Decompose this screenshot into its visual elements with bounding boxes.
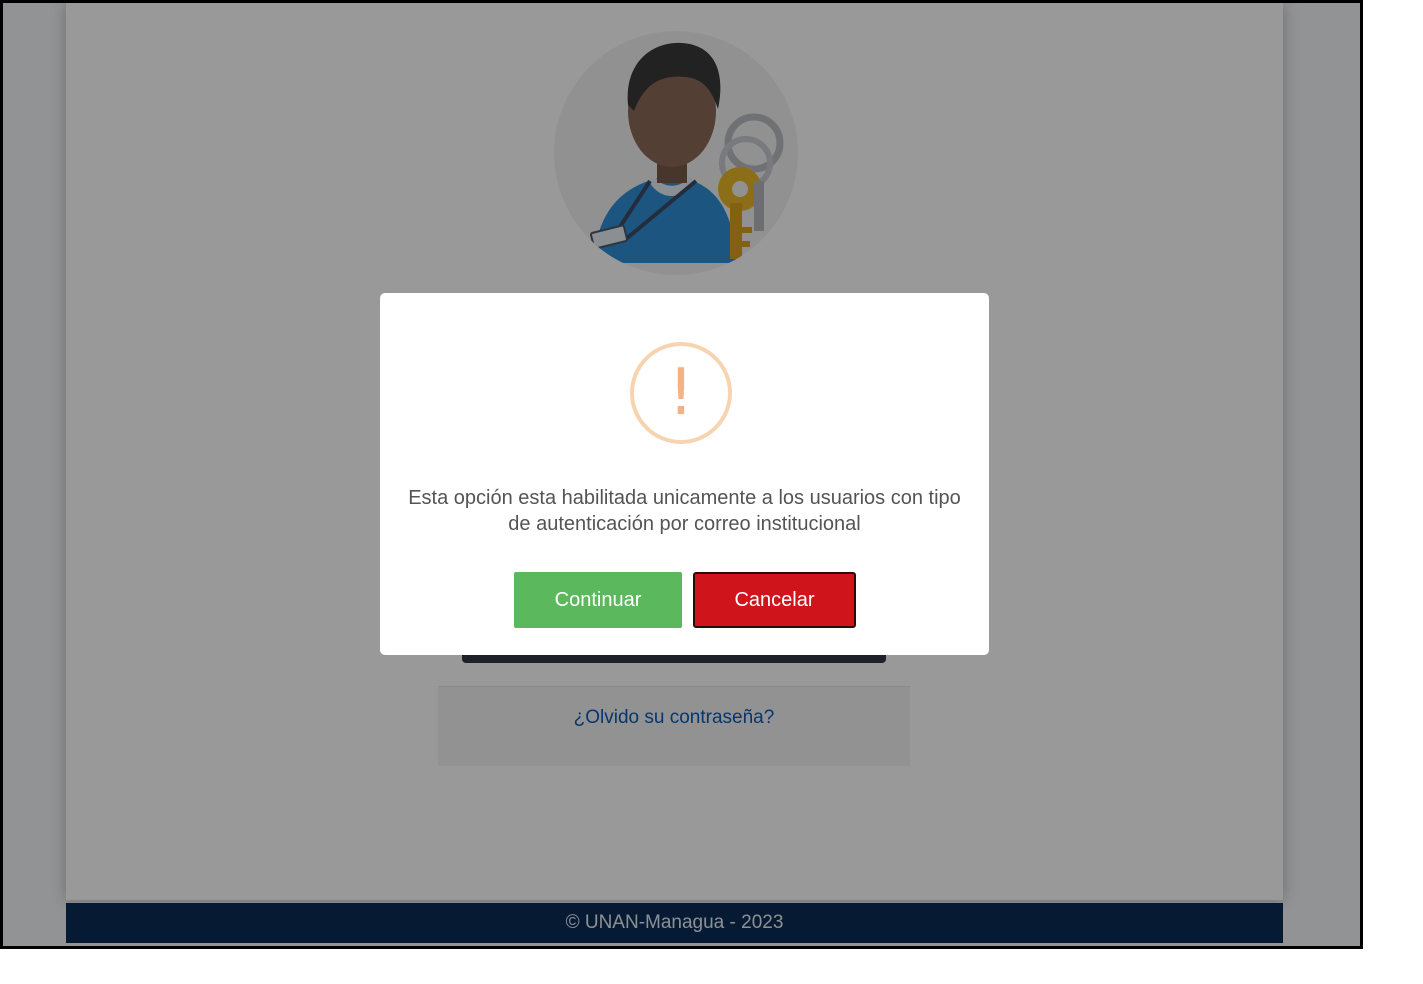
browser-viewport: ¿Olvido su contraseña? © UNAN-Managua - … <box>0 0 1363 949</box>
continue-button[interactable]: Continuar <box>514 572 682 628</box>
exclamation-glyph: ! <box>668 356 694 430</box>
warning-dialog: ! Esta opción esta habilitada unicamente… <box>380 293 989 655</box>
dialog-message: Esta opción esta habilitada unicamente a… <box>408 487 961 535</box>
warning-exclamation-icon: ! <box>630 342 732 444</box>
cancel-button[interactable]: Cancelar <box>693 572 856 628</box>
